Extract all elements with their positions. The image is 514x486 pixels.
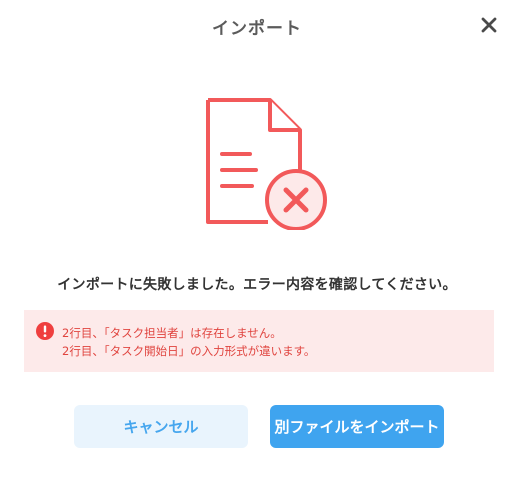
error-item: 2行目、「タスク担当者」は存在しません。 [62, 326, 282, 340]
close-icon[interactable] [478, 14, 500, 36]
failure-message: インポートに失敗しました。エラー内容を確認してください。 [57, 277, 457, 293]
error-list: 2行目、「タスク担当者」は存在しません。 2行目、「タスク開始日」の入力形式が違… [24, 310, 494, 372]
import-another-file-button[interactable]: 別ファイルをインポート [270, 405, 444, 448]
cancel-button[interactable]: キャンセル [74, 405, 248, 448]
document-error-icon [200, 96, 332, 231]
dialog-title: インポート [212, 19, 302, 39]
import-dialog: インポート インポートに失敗しました。エラー内容を確認してください。 2行目、「… [0, 0, 514, 486]
alert-icon [36, 322, 54, 340]
error-item: 2行目、「タスク開始日」の入力形式が違います。 [62, 344, 316, 358]
